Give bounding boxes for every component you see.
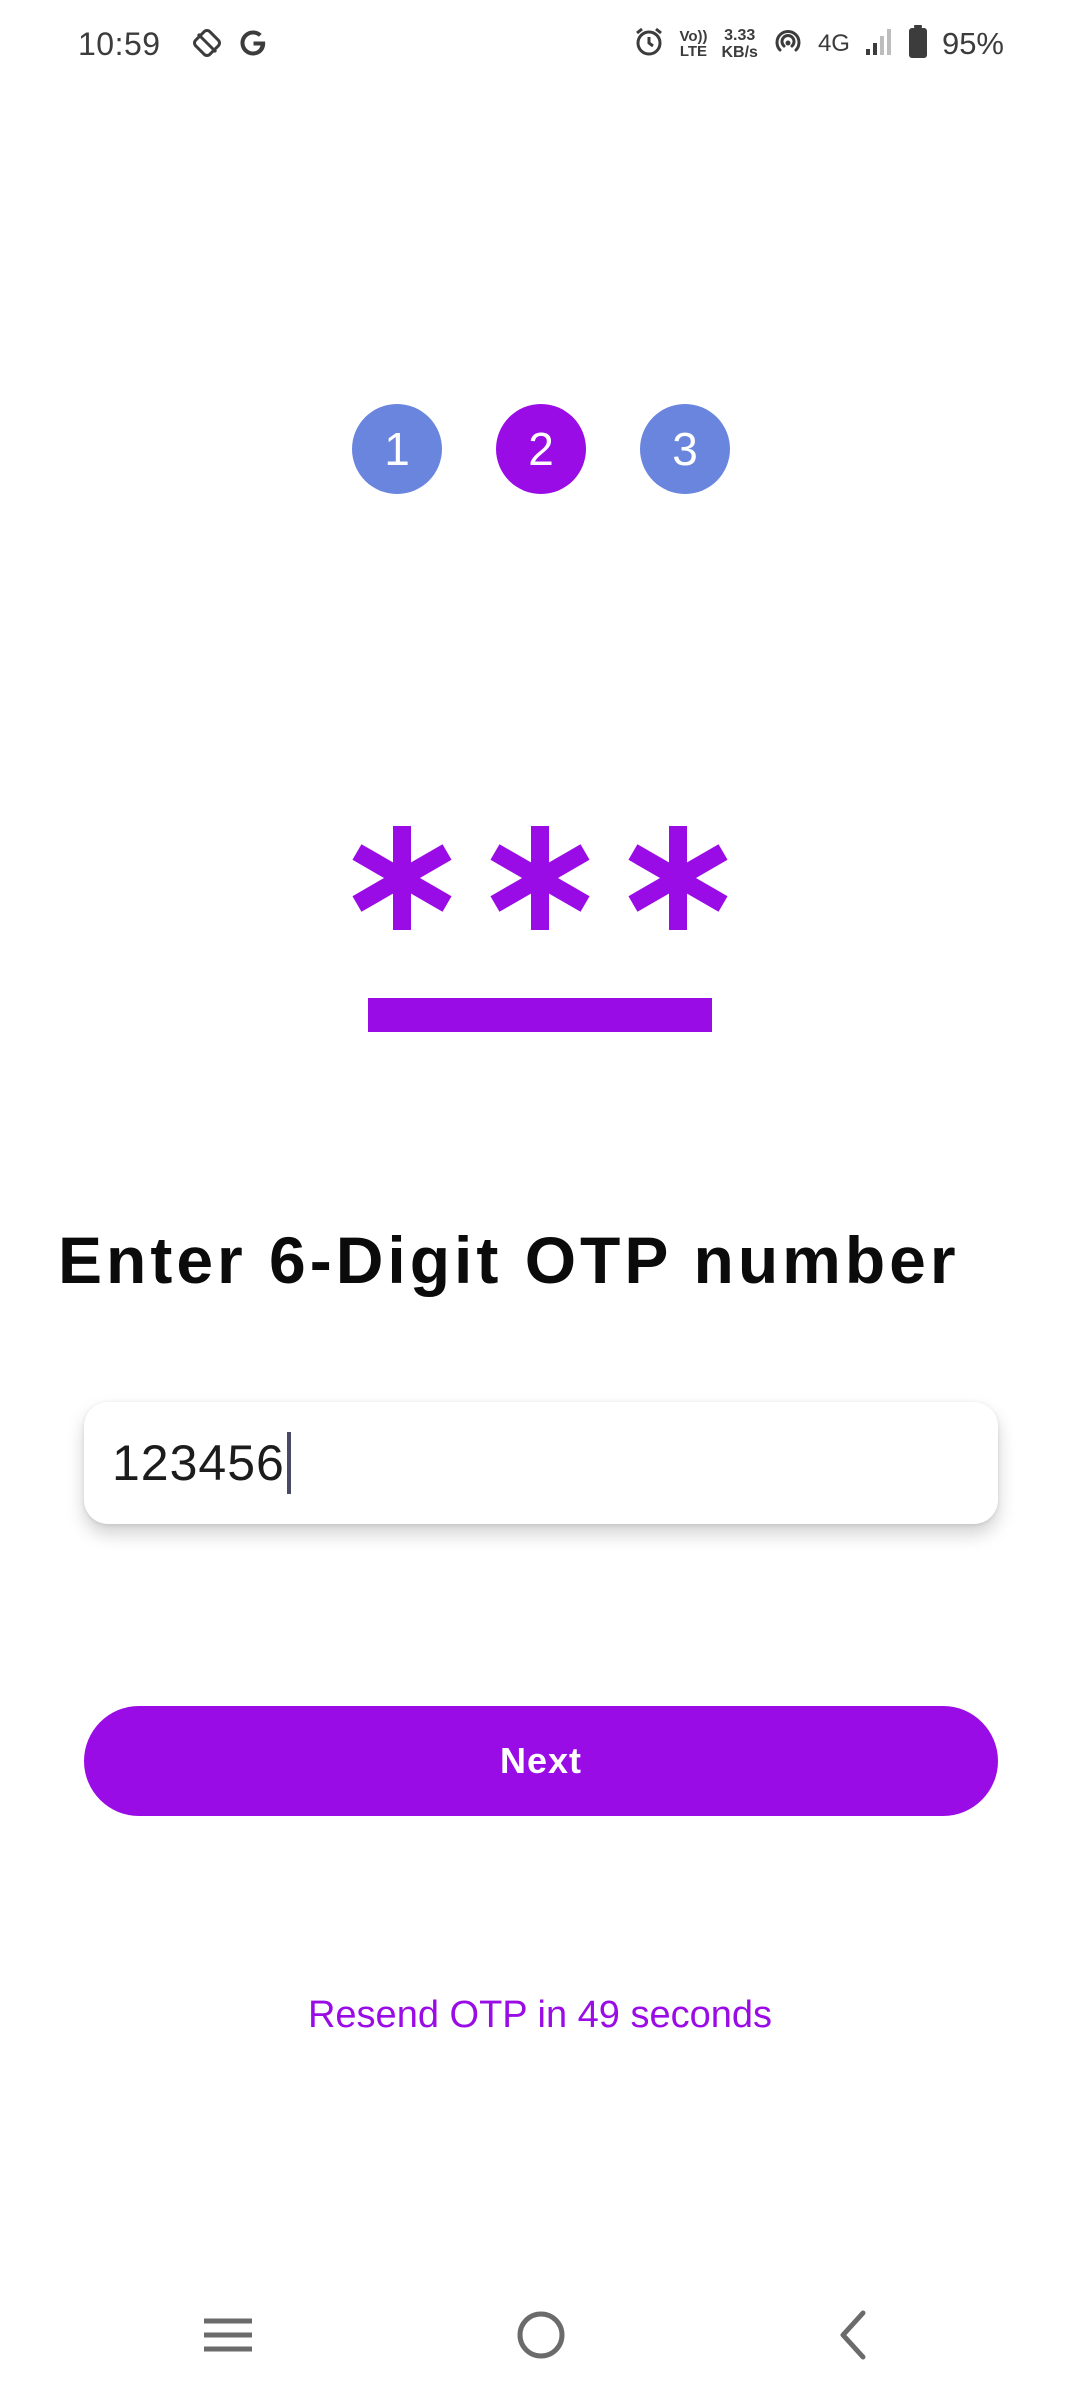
home-icon[interactable] — [506, 2300, 576, 2370]
signal-icon — [864, 27, 894, 62]
location-off-icon — [190, 26, 224, 65]
step-3: 3 — [640, 404, 730, 494]
battery-percent: 95% — [941, 26, 1004, 61]
text-cursor — [286, 1432, 291, 1494]
network-speed-unit: KB/s — [721, 44, 758, 61]
otp-screen: 10:59 Vo)) LTE 3.33 KB/s 4G 95% 1 2 3 En… — [0, 0, 1080, 2400]
system-nav-bar — [0, 2270, 1080, 2400]
network-type: 4G — [817, 30, 850, 57]
step-indicator: 1 2 3 — [0, 404, 1080, 494]
alarm-icon — [633, 26, 665, 63]
status-bar: 10:59 Vo)) LTE 3.33 KB/s 4G 95% — [0, 0, 1080, 90]
volte-top-label: Vo)) — [679, 28, 708, 45]
step-2-current: 2 — [496, 404, 586, 494]
menu-icon[interactable] — [193, 2300, 263, 2370]
resend-otp-text: Resend OTP in 49 seconds — [0, 1994, 1080, 2037]
status-time: 10:59 — [78, 26, 161, 62]
otp-input[interactable]: 123456 — [84, 1402, 998, 1524]
resend-countdown-seconds: 49 — [577, 1994, 620, 2036]
next-button[interactable]: Next — [84, 1706, 998, 1816]
back-icon[interactable] — [818, 2300, 888, 2370]
google-icon — [236, 26, 270, 65]
password-asterisks-icon — [340, 820, 740, 1040]
volte-indicator: Vo)) LTE — [679, 29, 707, 59]
resend-prefix: Resend OTP in — [307, 1994, 578, 2036]
otp-input-value: 123456 — [112, 1435, 285, 1491]
hotspot-icon — [772, 26, 804, 63]
step-1: 1 — [352, 404, 442, 494]
resend-suffix: seconds — [619, 1994, 773, 2036]
battery-icon — [908, 24, 928, 64]
network-speed-value: 3.33 — [724, 27, 756, 44]
volte-bottom-label: LTE — [679, 43, 708, 60]
network-speed: 3.33 KB/s — [721, 27, 757, 61]
page-title: Enter 6-Digit OTP number — [58, 1223, 960, 1297]
status-right-group: Vo)) LTE 3.33 KB/s 4G 95% — [633, 20, 1004, 68]
